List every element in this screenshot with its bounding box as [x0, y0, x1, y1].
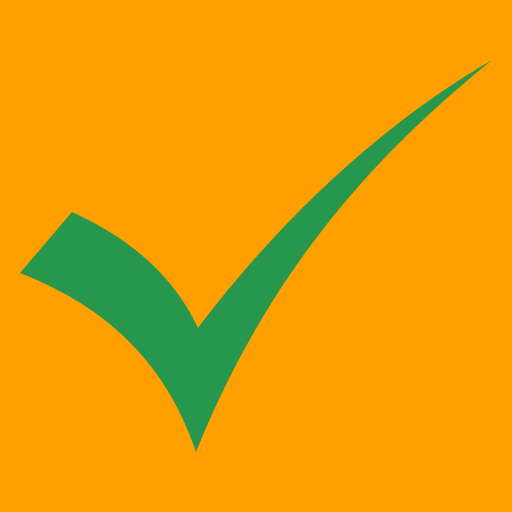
checkmark-canvas [0, 0, 512, 512]
checkmark-shape [20, 60, 492, 452]
checkmark-icon [20, 60, 492, 452]
